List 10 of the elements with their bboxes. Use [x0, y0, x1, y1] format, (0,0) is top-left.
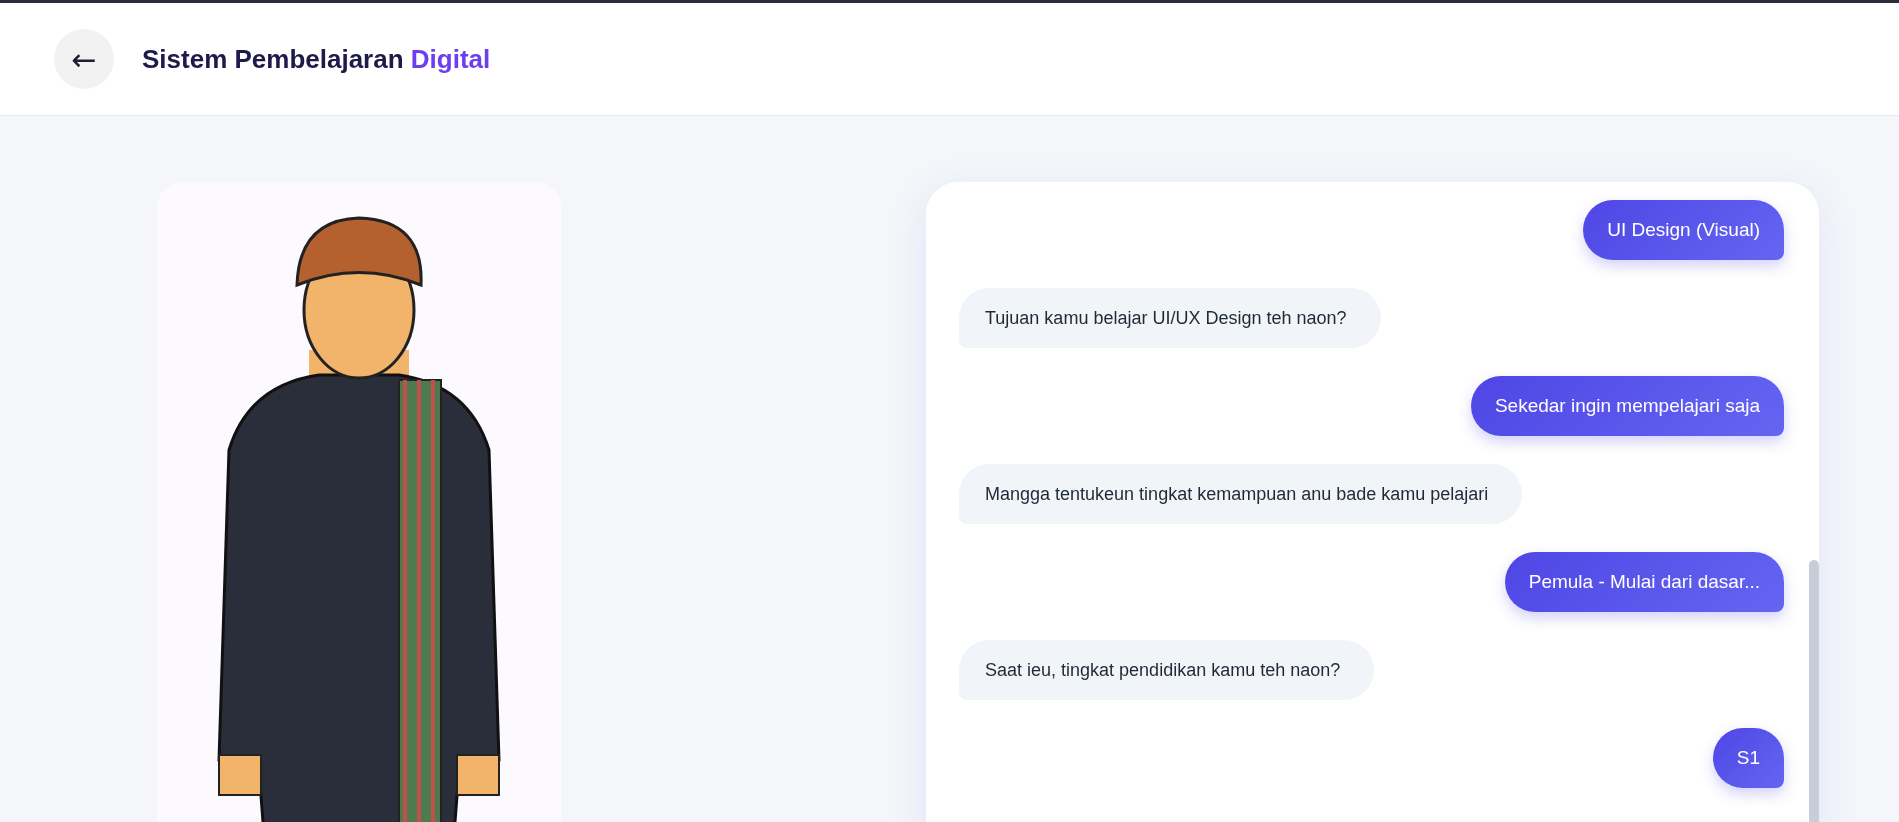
user-message-bubble: Pemula - Mulai dari dasar...	[1504, 552, 1784, 612]
page-title: Sistem Pembelajaran Digital	[142, 43, 491, 75]
bot-message-bubble: Saat ieu, tingkat pendidikan kamu teh naon?	[959, 640, 1375, 700]
user-message-bubble: Sekedar ingin mempelajari saja	[1470, 376, 1784, 436]
bot-message-bubble: Mangga tentukeun tingkat kemampuan anu bade kamu pelajari	[959, 464, 1523, 524]
user-message-bubble: S1	[1712, 728, 1784, 788]
scrollbar-thumb[interactable]	[1809, 560, 1819, 822]
user-message-bubble: UI Design (Visual)	[1583, 200, 1784, 260]
bot-message-bubble: Tujuan kamu belajar UI/UX Design teh naon?	[959, 288, 1381, 348]
back-button[interactable]: ←	[54, 29, 114, 89]
